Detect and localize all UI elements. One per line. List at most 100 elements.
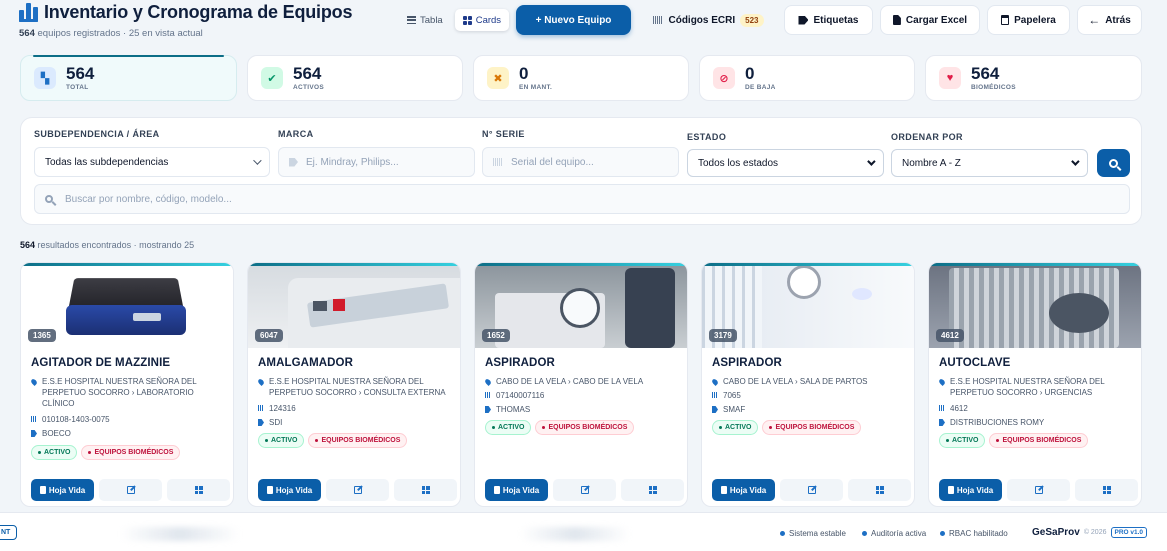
equipment-code: 6047 — [255, 329, 283, 342]
new-equipment-button[interactable]: + Nuevo Equipo — [516, 5, 631, 35]
equipment-name: AGITADOR DE MAZZINIE — [31, 357, 171, 369]
document-icon — [947, 486, 954, 494]
equipment-brand: DISTRIBUCIONES ROMY — [939, 417, 1135, 428]
ecri-count-badge: 523 — [740, 13, 764, 27]
stat-active[interactable]: ✔ 564 ACTIVOS — [247, 55, 463, 101]
search-button[interactable] — [1097, 149, 1130, 177]
area-select[interactable]: Todas las subdependencias — [34, 147, 270, 177]
tag-icon — [798, 15, 809, 25]
resume-sheet-button[interactable]: Hoja Vida — [485, 479, 548, 501]
back-button[interactable]: ← Atrás — [1077, 5, 1142, 35]
location-pin-icon — [938, 378, 946, 386]
search-icon — [45, 195, 53, 203]
qr-icon — [875, 486, 884, 494]
equipment-card[interactable]: 1652 ASPIRADOR CABO DE LA VELA › CABO DE… — [474, 262, 688, 507]
edit-button[interactable] — [780, 479, 843, 501]
search-input[interactable]: Buscar por nombre, código, modelo... — [34, 184, 1130, 214]
stat-total[interactable]: ▚ 564 TOTAL — [20, 55, 237, 101]
order-select[interactable]: Nombre A - Z — [891, 149, 1088, 177]
tag-icon — [289, 157, 298, 167]
labels-button[interactable]: Etiquetas — [784, 5, 873, 35]
status-dot-icon — [940, 531, 945, 536]
equipment-card[interactable]: 3179 ASPIRADOR CABO DE LA VELA › SALA DE… — [701, 262, 915, 507]
state-label: ESTADO — [687, 132, 727, 142]
resume-sheet-button[interactable]: Hoja Vida — [258, 479, 321, 501]
qr-button[interactable] — [848, 479, 911, 501]
type-badge: EQUIPOS BIOMÉDICOS — [989, 433, 1089, 448]
qr-button[interactable] — [167, 479, 230, 501]
edit-button[interactable] — [1007, 479, 1070, 501]
check-circle-icon: ✔ — [261, 67, 283, 89]
state-select[interactable]: Todos los estados — [687, 149, 884, 177]
ecri-codes-button[interactable]: Códigos ECRI 523 — [641, 5, 776, 35]
tools-icon: ✖ — [487, 67, 509, 89]
document-icon — [266, 486, 273, 494]
search-icon — [1109, 158, 1118, 168]
equipment-brand: BOECO — [31, 428, 227, 439]
stat-biomedical[interactable]: ♥ 564 BIOMÉDICOS — [925, 55, 1142, 101]
stat-decommissioned[interactable]: ⊘ 0 DE BAJA — [699, 55, 915, 101]
upload-excel-button[interactable]: Cargar Excel — [880, 5, 980, 35]
barcode-icon — [493, 158, 503, 166]
equipment-serial: 010108-1403-0075 — [31, 414, 227, 425]
tag-icon — [485, 406, 491, 413]
grid-icon — [462, 15, 472, 25]
edit-icon — [126, 486, 135, 494]
equipment-location: E.S.E HOSPITAL NUESTRA SEÑORA DEL PERPET… — [30, 376, 227, 409]
equipment-serial: 4612 — [939, 403, 1135, 414]
barcode-icon — [31, 416, 37, 422]
equipment-code: 3179 — [709, 329, 737, 342]
chevron-down-icon — [253, 156, 262, 165]
brand-label: MARCA — [278, 129, 314, 139]
location-pin-icon — [30, 378, 38, 386]
status-badge: ACTIVO — [485, 420, 532, 435]
equipment-brand: SMAF — [712, 404, 908, 415]
chevron-down-icon — [1071, 157, 1080, 166]
inventory-icon — [19, 3, 38, 22]
document-icon — [493, 486, 500, 494]
equipment-name: ASPIRADOR — [485, 357, 555, 369]
stat-maintenance[interactable]: ✖ 0 EN MANT. — [473, 55, 689, 101]
qr-button[interactable] — [394, 479, 457, 501]
view-cards-button[interactable]: Cards — [454, 9, 510, 31]
equipment-card[interactable]: 1365 AGITADOR DE MAZZINIE E.S.E HOSPITAL… — [20, 262, 234, 507]
equipment-location: E.S.E HOSPITAL NUESTRA SEÑORA DEL PERPET… — [938, 376, 1135, 398]
equipment-code: 4612 — [936, 329, 964, 342]
tag-icon — [258, 419, 264, 426]
trash-button[interactable]: Papelera — [987, 5, 1070, 35]
resume-sheet-button[interactable]: Hoja Vida — [712, 479, 775, 501]
brand-input[interactable]: Ej. Mindray, Philips... — [278, 147, 475, 177]
serial-input[interactable]: Serial del equipo... — [482, 147, 679, 177]
status-badge: ACTIVO — [712, 420, 759, 435]
edit-button[interactable] — [553, 479, 616, 501]
view-toggle: Tabla Cards — [399, 9, 510, 31]
type-badge: EQUIPOS BIOMÉDICOS — [308, 433, 408, 448]
view-table-button[interactable]: Tabla — [399, 9, 451, 31]
list-icon — [407, 16, 416, 24]
status-badge: ACTIVO — [939, 433, 986, 448]
qr-button[interactable] — [621, 479, 684, 501]
footer: NT Sistema estable Auditoría activa RBAC… — [0, 512, 1167, 551]
serial-label: N° SERIE — [482, 129, 525, 139]
barcode-icon — [939, 405, 945, 411]
type-badge: EQUIPOS BIOMÉDICOS — [762, 420, 862, 435]
equipment-card[interactable]: 6047 AMALGAMADOR E.S.E HOSPITAL NUESTRA … — [247, 262, 461, 507]
edit-button[interactable] — [99, 479, 162, 501]
resume-sheet-button[interactable]: Hoja Vida — [939, 479, 1002, 501]
qr-button[interactable] — [1075, 479, 1138, 501]
status-stable: Sistema estable — [780, 529, 846, 538]
brand: Inventario y Cronograma de Equipos — [19, 2, 352, 23]
resume-sheet-button[interactable]: Hoja Vida — [31, 479, 94, 501]
status-dot-icon — [862, 531, 867, 536]
edit-button[interactable] — [326, 479, 389, 501]
status-rbac: RBAC habilitado — [940, 529, 1008, 538]
location-pin-icon — [257, 378, 265, 386]
order-label: ORDENAR POR — [891, 132, 963, 142]
equipment-card[interactable]: 4612 AUTOCLAVE E.S.E HOSPITAL NUESTRA SE… — [928, 262, 1142, 507]
document-icon — [720, 486, 727, 494]
file-icon — [892, 15, 901, 25]
status-dot-icon — [780, 531, 785, 536]
qr-icon — [648, 486, 657, 494]
status-badge: ACTIVO — [258, 433, 305, 448]
chevron-down-icon — [867, 157, 876, 166]
